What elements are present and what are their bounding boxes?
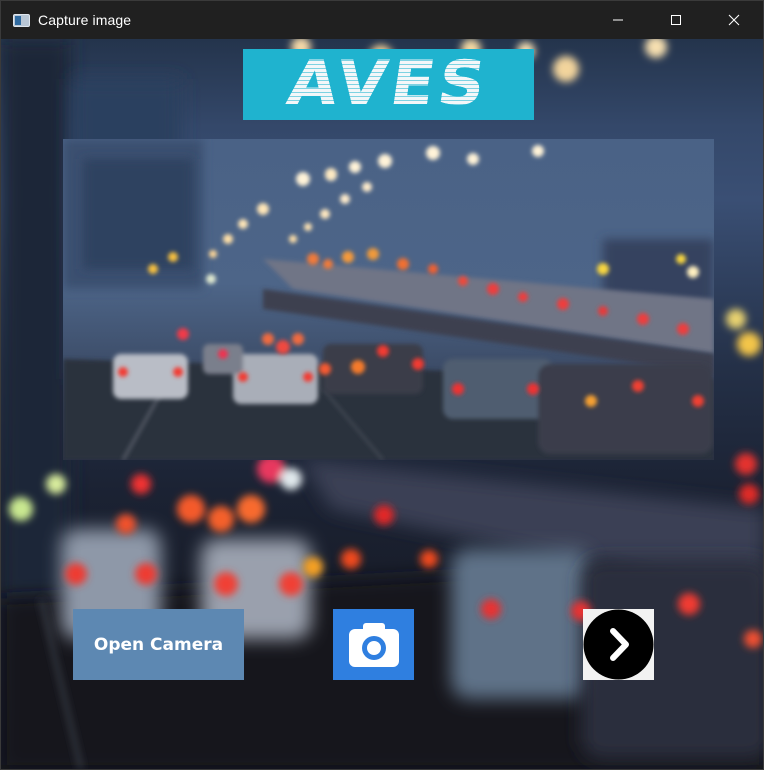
maximize-button[interactable]	[647, 1, 705, 39]
close-icon	[728, 14, 740, 26]
minimize-button[interactable]	[589, 1, 647, 39]
window-controls	[589, 1, 763, 39]
close-button[interactable]	[705, 1, 763, 39]
chevron-right-icon	[583, 609, 654, 680]
client-area: AVES Open Camera	[1, 39, 763, 769]
app-window: Capture image AVES Open Camera	[0, 0, 764, 770]
traffic-bokeh-photo	[63, 139, 714, 460]
camera-icon	[348, 622, 399, 667]
captured-image-preview	[63, 139, 714, 460]
next-button[interactable]	[583, 609, 654, 680]
app-icon	[13, 13, 30, 27]
minimize-icon	[613, 19, 623, 21]
window-title: Capture image	[38, 12, 132, 28]
capture-camera-button[interactable]	[333, 609, 414, 680]
maximize-icon	[671, 15, 681, 25]
open-camera-button[interactable]: Open Camera	[73, 609, 244, 680]
logo-text: AVES	[283, 48, 495, 120]
aves-logo: AVES	[243, 49, 534, 120]
title-bar[interactable]: Capture image	[1, 1, 763, 39]
